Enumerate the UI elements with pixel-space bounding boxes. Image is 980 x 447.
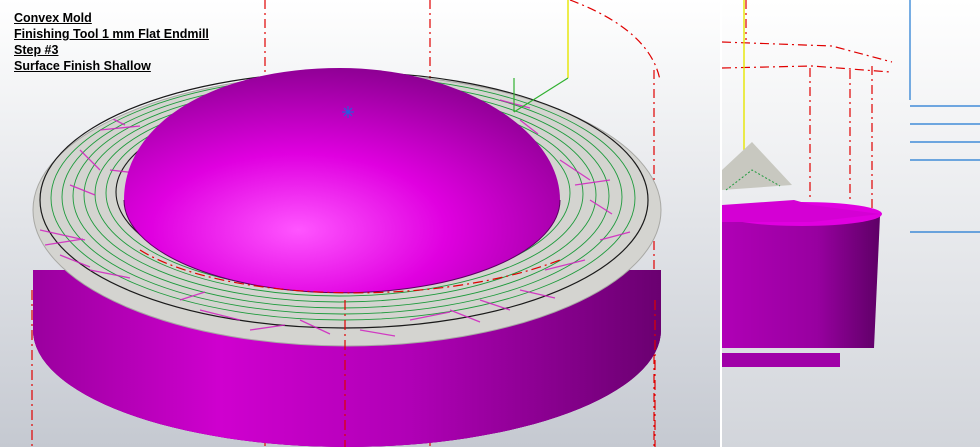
annotation-step: Step #3 xyxy=(14,43,59,57)
annotation-operation: Surface Finish Shallow xyxy=(14,59,151,73)
cam-window: Convex Mold Finishing Tool 1 mm Flat End… xyxy=(0,0,980,447)
annotation-part-name: Convex Mold xyxy=(14,11,92,25)
setup-annotation: Convex Mold Finishing Tool 1 mm Flat End… xyxy=(14,10,209,74)
annotation-tool: Finishing Tool 1 mm Flat Endmill xyxy=(14,27,209,41)
side-3d-viewport[interactable] xyxy=(722,0,980,447)
side-viewport-canvas[interactable] xyxy=(722,0,980,447)
side-part-cylinder[interactable] xyxy=(722,200,882,367)
